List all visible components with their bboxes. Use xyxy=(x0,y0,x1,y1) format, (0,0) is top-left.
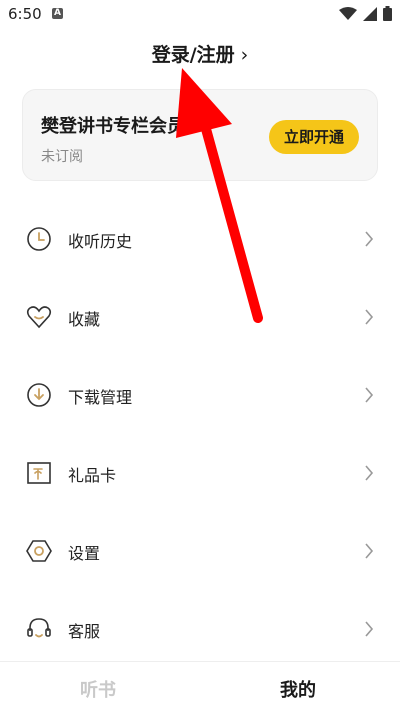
status-bar: 6:50 A xyxy=(0,0,400,28)
menu-item-favorites[interactable]: 收藏 xyxy=(0,278,400,356)
signal-icon xyxy=(363,6,377,21)
battery-icon xyxy=(383,6,392,21)
status-icons xyxy=(339,6,392,21)
tab-listen[interactable]: 听书 xyxy=(80,676,116,702)
menu-item-label: 客服 xyxy=(68,622,101,641)
menu-item-label: 设置 xyxy=(68,544,101,563)
chevron-right-icon: › xyxy=(240,44,249,66)
menu-item-label: 收藏 xyxy=(68,310,101,329)
menu-item-download-manager[interactable]: 下载管理 xyxy=(0,356,400,434)
headset-icon xyxy=(27,618,51,638)
menu-item-gift-card[interactable]: 礼品卡 xyxy=(0,434,400,512)
chevron-right-icon xyxy=(365,543,374,559)
chevron-right-icon xyxy=(365,465,374,481)
wifi-icon xyxy=(339,6,357,20)
menu-item-label: 礼品卡 xyxy=(68,466,117,485)
menu-item-settings[interactable]: 设置 xyxy=(0,512,400,590)
chevron-right-icon xyxy=(365,309,374,325)
settings-icon xyxy=(26,540,52,562)
vip-card-title: 樊登讲书专栏会员 xyxy=(41,116,185,137)
gift-card-icon xyxy=(27,462,51,484)
chevron-right-icon xyxy=(365,387,374,403)
menu-list: 收听历史 收藏 下载管理 礼品卡 设置 客服 xyxy=(0,200,400,668)
status-time: 6:50 xyxy=(8,5,42,23)
download-icon xyxy=(27,383,51,407)
tab-mine[interactable]: 我的 xyxy=(280,676,316,702)
bottom-tab-bar: 听书 我的 xyxy=(0,661,400,712)
subscribe-now-button[interactable]: 立即开通 xyxy=(269,120,359,154)
menu-item-listening-history[interactable]: 收听历史 xyxy=(0,200,400,278)
clock-icon xyxy=(27,227,51,251)
login-register-link[interactable]: 登录/注册 › xyxy=(0,40,400,67)
menu-item-customer-service[interactable]: 客服 xyxy=(0,590,400,668)
heart-icon xyxy=(26,306,52,329)
login-register-label: 登录/注册 xyxy=(151,44,235,66)
chevron-right-icon xyxy=(365,621,374,637)
menu-item-label: 下载管理 xyxy=(68,388,133,407)
vip-card-status: 未订阅 xyxy=(41,149,83,165)
vip-membership-card[interactable]: 樊登讲书专栏会员 未订阅 立即开通 xyxy=(22,89,378,181)
menu-item-label: 收听历史 xyxy=(68,232,133,251)
chevron-right-icon xyxy=(365,231,374,247)
notification-badge-icon: A xyxy=(52,8,63,19)
